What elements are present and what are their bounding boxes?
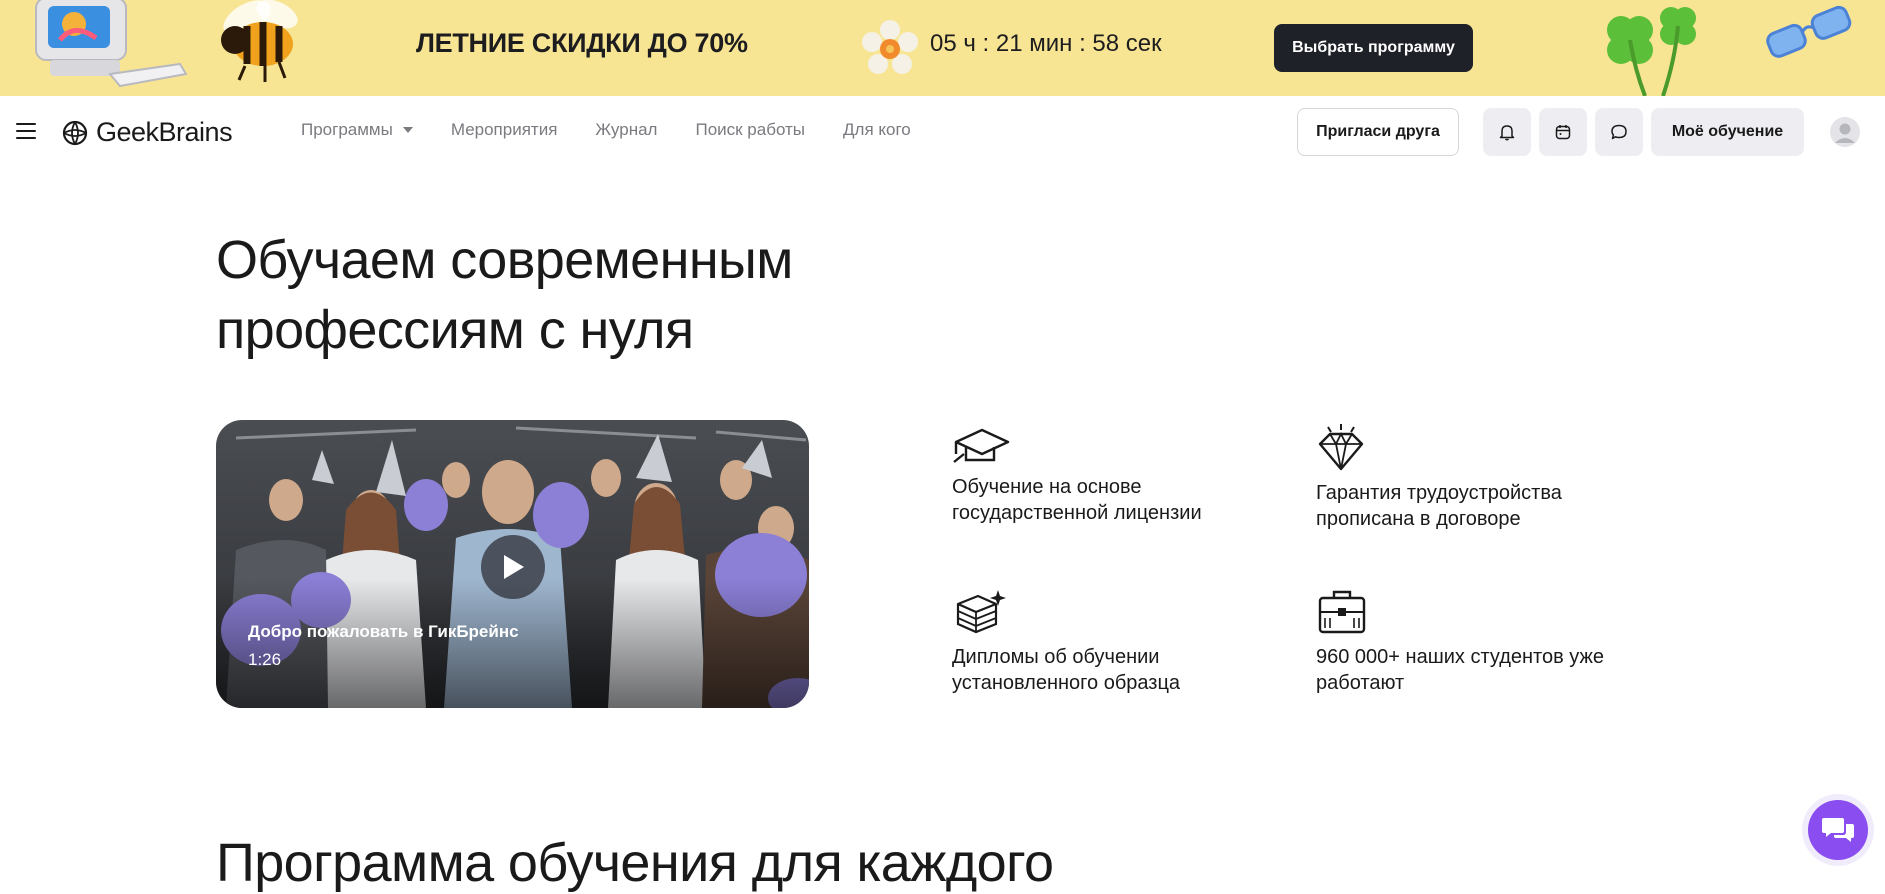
graduation-cap-icon: [953, 428, 1010, 463]
play-icon: [504, 555, 524, 579]
feature-diplomas: Дипломы об обучении установленного образ…: [952, 588, 1292, 696]
nav-item-label: Программы: [301, 120, 393, 139]
messages-button[interactable]: [1595, 108, 1643, 156]
nav-item-label: Для кого: [843, 120, 911, 139]
clover-illustration: [1607, 7, 1696, 96]
feature-line-1: Обучение на основе: [952, 476, 1142, 498]
feature-line-1: Дипломы об обучении: [952, 646, 1160, 668]
site-header: GeekBrains Программы Мероприятия Журнал …: [0, 96, 1885, 168]
promo-title: ЛЕТНИЕ СКИДКИ ДО 70%: [416, 28, 748, 58]
invite-friend-button[interactable]: Пригласи друга: [1297, 108, 1459, 156]
feature-line-1: Гарантия трудоустройства: [1316, 482, 1562, 504]
feature-license: Обучение на основе государственной лицен…: [952, 424, 1292, 526]
feature-employment: Гарантия трудоустройства прописана в дог…: [1316, 424, 1656, 532]
feature-students: 960 000+ наших студентов уже работают: [1316, 588, 1656, 696]
feature-line-2: работают: [1316, 672, 1405, 694]
chat-bubble-icon: [1611, 124, 1627, 140]
my-learning-button[interactable]: Моё обучение: [1651, 108, 1804, 156]
logo[interactable]: GeekBrains: [62, 117, 233, 148]
feature-text: 960 000+ наших студентов уже работают: [1316, 644, 1656, 696]
nav-item-job-search[interactable]: Поиск работы: [695, 120, 805, 140]
diploma-stack-icon: [956, 590, 1006, 634]
section-title: Программа обучения для каждого: [216, 833, 1054, 893]
retro-computer-illustration: [35, 0, 188, 88]
support-chat-button[interactable]: [1808, 800, 1868, 860]
chat-icon: [1822, 818, 1854, 842]
feature-line-2: государственной лицензии: [952, 502, 1202, 524]
promo-banner[interactable]: ЛЕТНИЕ СКИДКИ ДО 70% 05 ч : 21 мин : 58 …: [0, 0, 1885, 96]
nav-item-for-whom[interactable]: Для кого: [843, 120, 911, 140]
calendar-icon: [1555, 125, 1571, 140]
feature-text: Обучение на основе государственной лицен…: [952, 474, 1292, 526]
hero-title-line-1: Обучаем современным: [216, 230, 793, 290]
video-title: Добро пожаловать в ГикБрейнс: [248, 622, 519, 641]
nav-item-label: Журнал: [595, 120, 658, 139]
notifications-button[interactable]: [1483, 108, 1531, 156]
hero-title: Обучаем современным профессиям с нуля: [216, 225, 916, 365]
nav-item-label: Поиск работы: [695, 120, 806, 139]
diamond-icon: [1318, 424, 1364, 471]
hero-title-line-2: профессиям с нуля: [216, 300, 694, 360]
feature-line-1: 960 000+ наших студентов уже: [1316, 646, 1604, 668]
chevron-down-icon: [402, 127, 413, 133]
briefcase-icon: [1318, 590, 1366, 634]
feature-text: Гарантия трудоустройства прописана в дог…: [1316, 480, 1656, 532]
nav-item-events[interactable]: Мероприятия: [451, 120, 558, 140]
choose-program-button[interactable]: Выбрать программу: [1274, 24, 1473, 72]
play-button[interactable]: [481, 535, 545, 599]
nav-item-journal[interactable]: Журнал: [595, 120, 657, 140]
video-duration: 1:26: [248, 650, 282, 669]
geekbrains-logo-icon: [62, 120, 88, 145]
video-caption: Добро пожаловать в ГикБрейнс 1:26: [248, 622, 519, 670]
main-nav: Программы Мероприятия Журнал Поиск работ…: [301, 120, 911, 140]
flower-icon: [862, 20, 918, 74]
bee-illustration: [221, 0, 298, 82]
sunglasses-illustration: [1766, 5, 1852, 58]
feature-text: Дипломы об обучении установленного образ…: [952, 644, 1292, 696]
logo-text: GeekBrains: [96, 117, 233, 147]
nav-item-label: Мероприятия: [450, 120, 558, 139]
feature-line-2: прописана в договоре: [1316, 508, 1521, 530]
feature-line-2: установленного образца: [952, 672, 1181, 694]
bell-icon: [1499, 125, 1515, 141]
welcome-video[interactable]: Добро пожаловать в ГикБрейнс 1:26: [216, 420, 809, 708]
menu-icon[interactable]: [16, 123, 36, 141]
avatar[interactable]: [1830, 117, 1860, 147]
countdown-timer: 05 ч : 21 мин : 58 сек: [930, 30, 1162, 57]
nav-item-programs[interactable]: Программы: [301, 120, 413, 140]
calendar-button[interactable]: [1539, 108, 1587, 156]
